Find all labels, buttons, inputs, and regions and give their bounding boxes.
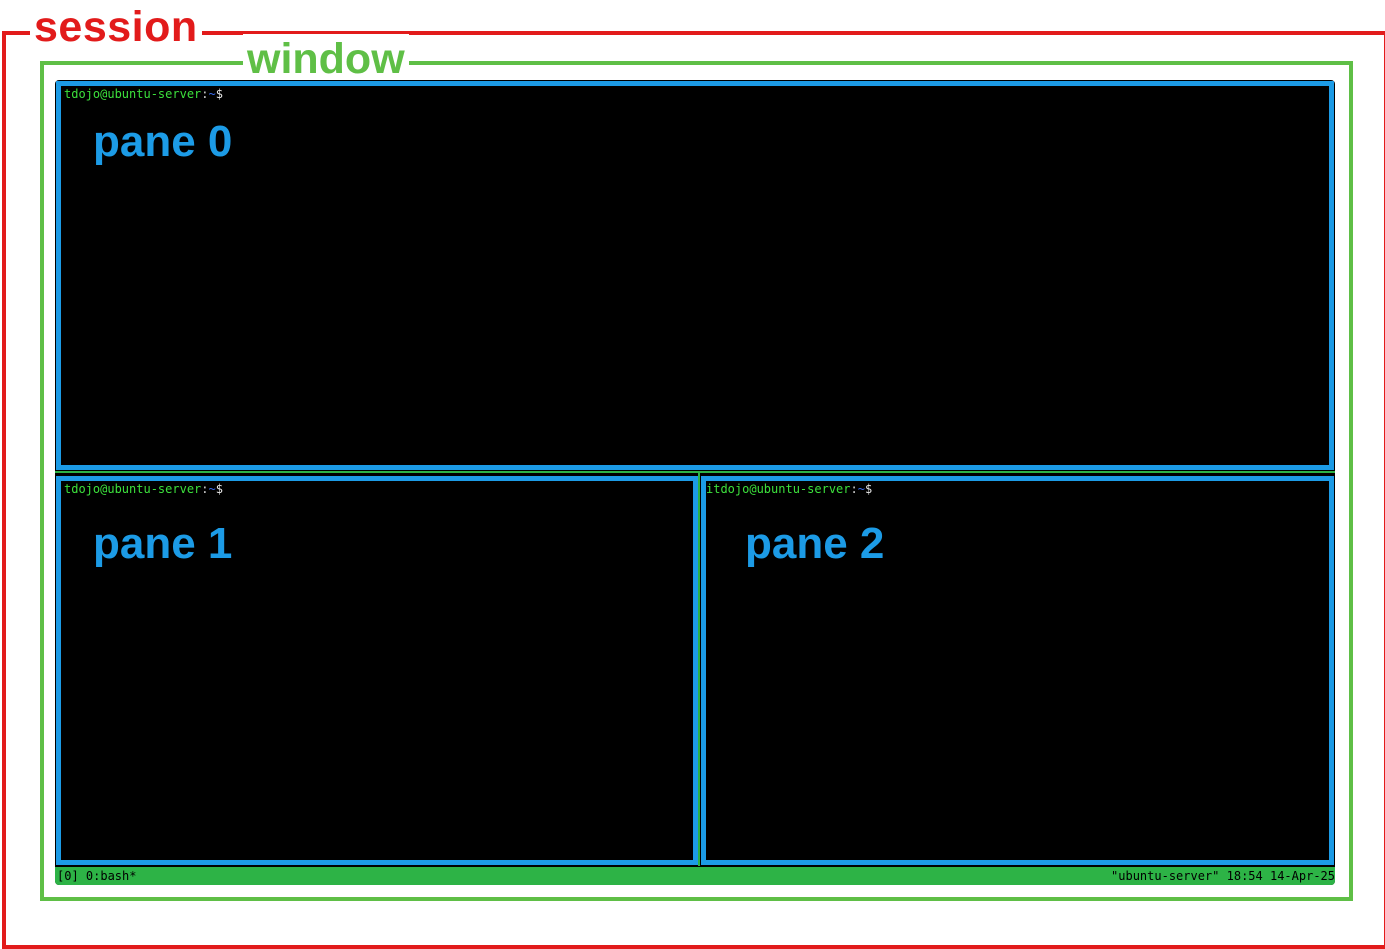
prompt-colon: :	[850, 482, 858, 496]
tmux-status-bar: [0] 0:bash* "ubuntu-server" 18:54 14-Apr…	[55, 867, 1335, 885]
status-host-clock: "ubuntu-server" 18:54 14-Apr-25	[1111, 869, 1335, 883]
tmux-terminal: tdojo@ubuntu-server:~$ pane 0 tdojo@ubun…	[55, 80, 1335, 885]
prompt-user-host: tdojo@ubuntu-server	[64, 482, 202, 496]
prompt-dollar: $	[215, 482, 223, 496]
prompt-user-host: tdojo@ubuntu-server	[64, 87, 202, 101]
prompt-user-host: itdojo@ubuntu-server	[706, 482, 851, 496]
shell-prompt: tdojo@ubuntu-server:~$	[64, 482, 223, 496]
prompt-path: ~	[208, 87, 216, 101]
shell-prompt: itdojo@ubuntu-server:~$	[706, 482, 872, 496]
pane-divider-vertical[interactable]	[698, 473, 700, 866]
pane-2[interactable]: itdojo@ubuntu-server:~$ pane 2	[701, 476, 1334, 865]
prompt-colon: :	[201, 87, 209, 101]
shell-prompt: tdojo@ubuntu-server:~$	[64, 87, 223, 101]
status-window-list[interactable]: [0] 0:bash*	[57, 867, 136, 885]
prompt-dollar: $	[215, 87, 223, 101]
pane-1[interactable]: tdojo@ubuntu-server:~$ pane 1	[56, 476, 698, 865]
pane-1-label: pane 1	[93, 519, 233, 568]
pane-divider-horizontal[interactable]	[55, 471, 1335, 473]
window-label: window	[243, 34, 409, 84]
prompt-path: ~	[857, 482, 865, 496]
prompt-path: ~	[208, 482, 216, 496]
pane-0-label: pane 0	[93, 117, 233, 166]
pane-0[interactable]: tdojo@ubuntu-server:~$ pane 0	[56, 81, 1334, 470]
session-label: session	[30, 2, 202, 52]
prompt-dollar: $	[864, 482, 873, 496]
prompt-colon: :	[201, 482, 209, 496]
pane-2-label: pane 2	[745, 519, 885, 568]
